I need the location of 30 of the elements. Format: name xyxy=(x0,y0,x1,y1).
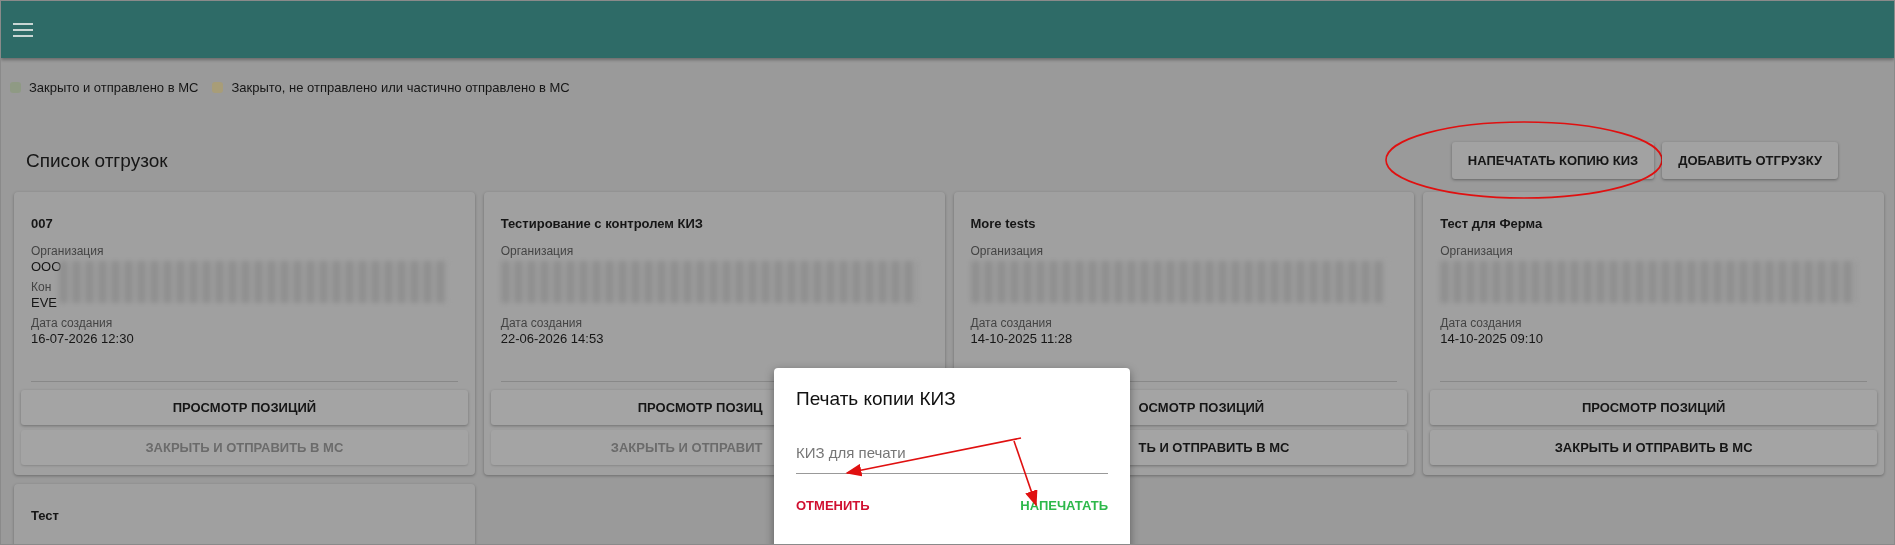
dialog-button[interactable]: ОТМЕНИТЬ xyxy=(796,496,870,515)
page-title: Список отгрузок xyxy=(26,149,168,172)
field-label: Дата создания xyxy=(1439,315,1523,331)
field-value: EVE xyxy=(30,295,58,312)
field-label: Организация xyxy=(499,243,575,259)
field-value: 22-06-2026 14:53 xyxy=(499,331,605,348)
field-label: Кон xyxy=(30,279,53,295)
card-title: Тестирование с контролем КИЗ xyxy=(499,216,704,233)
field-value: 16-07-2026 12:30 xyxy=(30,331,135,348)
card-title: Тест xyxy=(30,508,60,525)
field-label: Организация xyxy=(30,243,105,259)
card-title: Тест для Ферма xyxy=(1439,216,1544,233)
field-label: Дата создания xyxy=(30,315,114,331)
menu-icon[interactable] xyxy=(13,22,33,37)
field-label: Дата создания xyxy=(969,315,1053,331)
field-value: ООО xyxy=(30,259,63,276)
field-label: Организация xyxy=(969,243,1044,259)
legend-label: Закрыто и отправлено в МС xyxy=(29,80,199,95)
card-button[interactable]: ПРОСМОТР ПОЗИЦИЙ xyxy=(21,390,468,425)
card-button[interactable]: ЗАКРЫТЬ И ОТПРАВИТЬ В МС xyxy=(1430,430,1877,465)
field-label: Дата создания xyxy=(499,315,584,331)
card-button[interactable]: ПРОСМОТР ПОЗИЦИЙ xyxy=(1430,390,1877,425)
card-title: More tests xyxy=(969,216,1037,233)
field-value: 14-10-2025 11:28 xyxy=(969,331,1074,348)
field-label: Организация xyxy=(1439,243,1514,259)
field-value: 14-10-2025 09:10 xyxy=(1439,331,1544,348)
card-title: 007 xyxy=(30,216,54,233)
legend-label: Закрыто, не отправлено или частично отправлено в МС xyxy=(231,80,570,95)
action-button[interactable]: ДОБАВИТЬ ОТГРУЗКУ xyxy=(1662,142,1838,179)
action-button[interactable]: НАПЕЧАТАТЬ КОПИЮ КИЗ xyxy=(1451,142,1655,179)
